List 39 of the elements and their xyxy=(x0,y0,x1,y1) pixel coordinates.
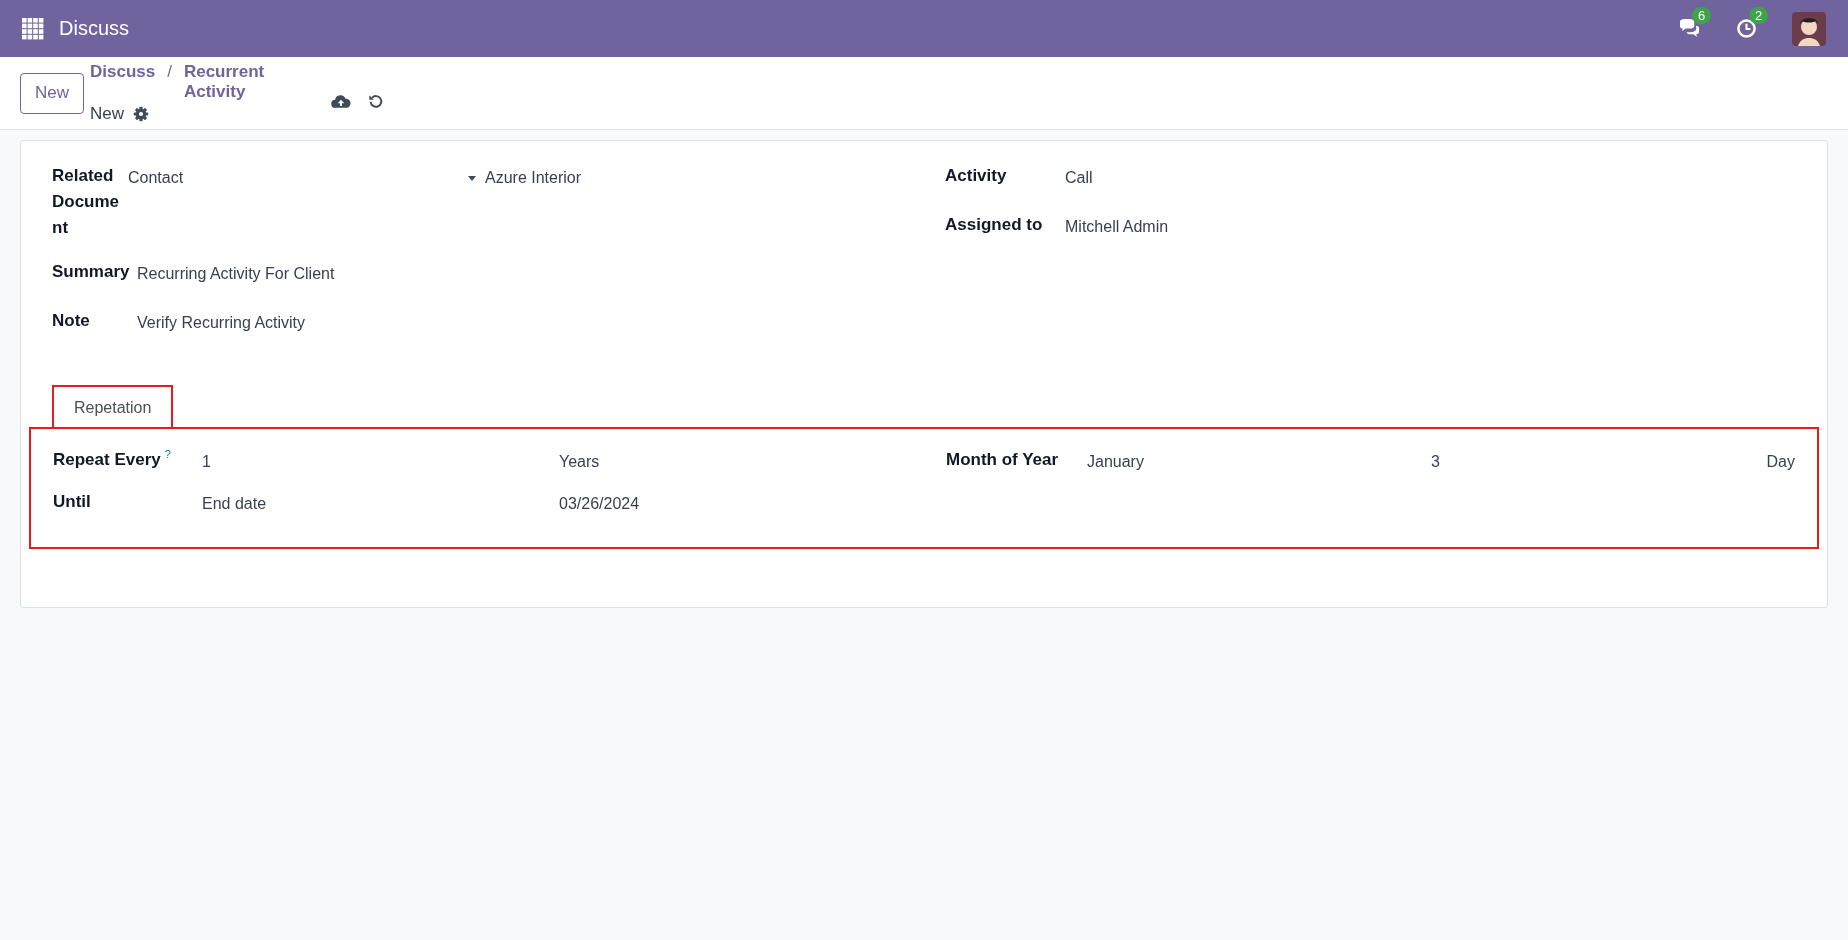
field-label: Related Document xyxy=(52,165,121,239)
field-label: Until xyxy=(53,491,91,513)
settings-icon[interactable] xyxy=(133,106,149,122)
text-field[interactable]: Mitchell Admin xyxy=(1065,212,1169,240)
field-label: Activity xyxy=(945,165,1008,187)
field-value[interactable]: 1 xyxy=(202,447,559,475)
undo-icon[interactable] xyxy=(368,93,384,109)
field-value[interactable]: January xyxy=(1087,447,1431,475)
breadcrumb-link[interactable]: Discuss xyxy=(90,62,156,102)
field-value[interactable]: Years xyxy=(559,447,946,475)
breadcrumb-link[interactable]: Recurrent Activity xyxy=(183,62,315,102)
help-tooltip-mark[interactable]: ? xyxy=(164,447,171,461)
message-count-badge: 6 xyxy=(1692,7,1712,24)
field-value[interactable]: End date xyxy=(202,489,559,517)
record-name: New xyxy=(90,104,124,124)
field-value[interactable]: 03/26/2024 xyxy=(559,489,946,517)
app-name[interactable]: Discuss xyxy=(59,17,129,40)
field-value[interactable]: 3 xyxy=(1431,447,1767,475)
field-label: Note xyxy=(52,310,91,332)
cloud-upload-icon[interactable] xyxy=(331,93,351,109)
text-field[interactable]: Call xyxy=(1065,163,1093,191)
chat-bubbles-icon[interactable] xyxy=(1678,18,1701,39)
text-field[interactable]: Verify Recurring Activity xyxy=(137,308,306,336)
clock-icon[interactable] xyxy=(1735,18,1758,39)
field-label: Repeat Every xyxy=(53,449,161,471)
field-label: Assigned to xyxy=(945,214,1044,236)
record-field[interactable]: Azure Interior xyxy=(485,163,582,241)
text-field[interactable]: Recurring Activity For Client xyxy=(137,259,335,287)
new-button[interactable]: New xyxy=(20,72,84,114)
field-label: Month of Year xyxy=(946,449,1059,471)
activity-count-badge: 2 xyxy=(1749,7,1769,24)
app-grid-icon[interactable] xyxy=(22,17,44,40)
breadcrumb-separator: / xyxy=(167,62,172,83)
caret-icon[interactable] xyxy=(468,176,476,181)
model-select[interactable]: Contact xyxy=(128,163,468,241)
field-label: Summary xyxy=(52,261,131,283)
field-value[interactable]: Day xyxy=(1766,447,1795,475)
user-avatar[interactable] xyxy=(1792,11,1826,46)
notebook-tab[interactable]: Repetation xyxy=(52,385,174,427)
